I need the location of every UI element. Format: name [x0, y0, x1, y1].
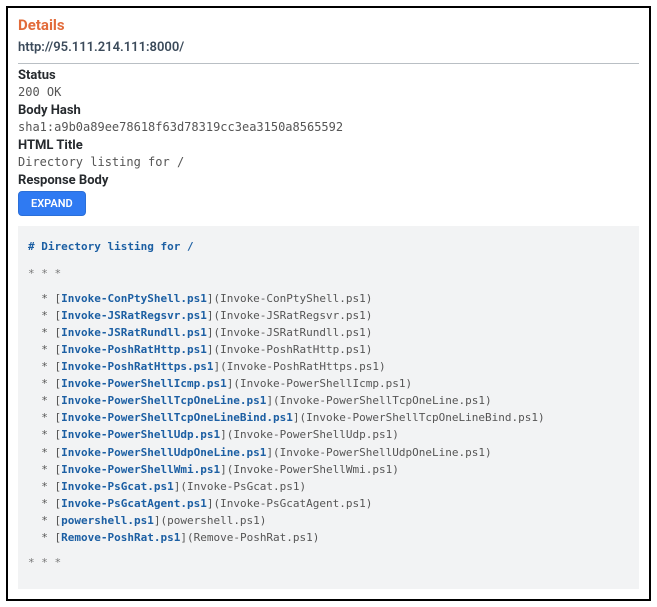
details-panel: Details http://95.111.214.111:8000/ Stat… — [6, 6, 651, 601]
file-link[interactable]: Invoke-PowerShellUdpOneLine.ps1 — [61, 446, 266, 459]
file-link[interactable]: Invoke-JSRatRegsvr.ps1 — [61, 309, 207, 322]
file-row: * [Invoke-PowerShellUdpOneLine.ps1](Invo… — [28, 444, 629, 461]
file-row: * [Invoke-PowerShellTcpOneLineBind.ps1](… — [28, 409, 629, 426]
file-link[interactable]: Invoke-JSRatRundll.ps1 — [61, 326, 207, 339]
status-label: Status — [18, 68, 639, 83]
body-hash-label: Body Hash — [18, 103, 639, 118]
file-row: * [Invoke-JSRatRundll.ps1](Invoke-JSRatR… — [28, 324, 629, 341]
body-hash-value: sha1:a9b0a89ee78618f63d78319cc3ea3150a85… — [18, 120, 639, 134]
file-link[interactable]: Invoke-PsGcatAgent.ps1 — [61, 497, 207, 510]
details-heading: Details — [18, 16, 639, 34]
file-link[interactable]: Invoke-ConPtyShell.ps1 — [61, 292, 207, 305]
file-link[interactable]: Remove-PoshRat.ps1 — [61, 531, 180, 544]
html-title-value: Directory listing for / — [18, 155, 639, 169]
html-title-label: HTML Title — [18, 138, 639, 153]
response-body-label: Response Body — [18, 173, 639, 188]
file-row: * [Invoke-JSRatRegsvr.ps1](Invoke-JSRatR… — [28, 307, 629, 324]
file-link[interactable]: Invoke-PowerShellUdp.ps1 — [61, 428, 220, 441]
code-stars-top: * * * — [28, 265, 629, 282]
file-link[interactable]: Invoke-PowerShellIcmp.ps1 — [61, 377, 227, 390]
divider — [18, 63, 639, 64]
url-value: http://95.111.214.111:8000/ — [18, 40, 639, 55]
response-body-code: # Directory listing for / * * * * [Invok… — [18, 226, 639, 589]
file-row: * [Invoke-PowerShellIcmp.ps1](Invoke-Pow… — [28, 375, 629, 392]
file-list: * [Invoke-ConPtyShell.ps1](Invoke-ConPty… — [28, 290, 629, 546]
code-heading: # Directory listing for / — [28, 238, 629, 255]
file-link[interactable]: powershell.ps1 — [61, 514, 154, 527]
file-link[interactable]: Invoke-PoshRatHttps.ps1 — [61, 360, 213, 373]
file-link[interactable]: Invoke-PowerShellWmi.ps1 — [61, 463, 220, 476]
file-link[interactable]: Invoke-PowerShellTcpOneLine.ps1 — [61, 394, 266, 407]
file-row: * [Invoke-PowerShellTcpOneLine.ps1](Invo… — [28, 392, 629, 409]
file-row: * [Invoke-PoshRatHttps.ps1](Invoke-PoshR… — [28, 358, 629, 375]
file-link[interactable]: Invoke-PowerShellTcpOneLineBind.ps1 — [61, 411, 293, 424]
file-row: * [Invoke-PsGcat.ps1](Invoke-PsGcat.ps1) — [28, 478, 629, 495]
code-stars-bottom: * * * — [28, 554, 629, 571]
status-value: 200 OK — [18, 85, 639, 99]
file-row: * [Invoke-ConPtyShell.ps1](Invoke-ConPty… — [28, 290, 629, 307]
expand-button[interactable]: EXPAND — [18, 191, 86, 216]
file-row: * [Invoke-PsGcatAgent.ps1](Invoke-PsGcat… — [28, 495, 629, 512]
file-row: * [Invoke-PowerShellUdp.ps1](Invoke-Powe… — [28, 426, 629, 443]
file-row: * [Invoke-PowerShellWmi.ps1](Invoke-Powe… — [28, 461, 629, 478]
file-row: * [Remove-PoshRat.ps1](Remove-PoshRat.ps… — [28, 529, 629, 546]
file-link[interactable]: Invoke-PsGcat.ps1 — [61, 480, 174, 493]
file-row: * [Invoke-PoshRatHttp.ps1](Invoke-PoshRa… — [28, 341, 629, 358]
file-link[interactable]: Invoke-PoshRatHttp.ps1 — [61, 343, 207, 356]
file-row: * [powershell.ps1](powershell.ps1) — [28, 512, 629, 529]
